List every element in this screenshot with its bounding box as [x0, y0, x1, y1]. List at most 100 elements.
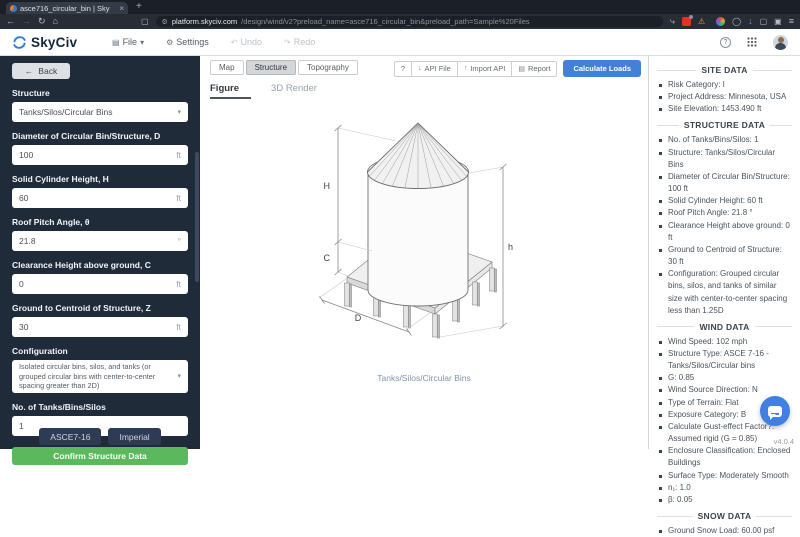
browser-toolbar: ← → ↻ ⌂ ▢ ⚙ platform.skyciv.com/design/w… [0, 14, 800, 29]
snow-data-list: Ground Snow Load: 60.00 psf [657, 525, 792, 537]
menu-icon[interactable]: ≡ [789, 17, 794, 26]
action-buttons: ? ↓ API File ↑ Import API ▤ Report Calcu… [393, 60, 641, 77]
help-icon[interactable]: ? [720, 36, 731, 48]
design-code-button[interactable]: ASCE7-16 [39, 428, 102, 445]
forward-icon[interactable]: → [22, 17, 31, 26]
data-item: Ground to Centroid of Structure: 30 ft [659, 244, 792, 268]
data-item: Surface Type: Moderately Smooth [659, 470, 792, 482]
data-item: Ground Snow Load: 60.00 psf [659, 525, 792, 537]
back-button[interactable]: ← Back [12, 63, 70, 79]
chevron-down-icon: ▾ [140, 37, 145, 47]
profile-pinwheel-icon[interactable] [716, 17, 726, 26]
tab-map[interactable]: Map [210, 60, 244, 75]
roof-pitch-label: Roof Pitch Angle, θ [12, 217, 90, 227]
clearance-input[interactable]: 0 ft [12, 274, 188, 294]
warning-icon[interactable]: ⚠ [698, 17, 705, 26]
redo-button[interactable]: ↷ Redo [284, 37, 315, 47]
data-item: Structure Type: ASCE 7-16 - Tanks/Silos/… [659, 348, 792, 372]
browser-right-icons: ◯ ↓ ▢ ▣ ≡ [716, 17, 794, 26]
cylinder-height-input[interactable]: 60 ft [12, 188, 188, 208]
window-icon[interactable]: ▢ [760, 17, 768, 26]
sidebar-scrollbar[interactable] [195, 152, 199, 282]
tab-structure[interactable]: Structure [245, 60, 297, 75]
unit-label: ft [176, 193, 181, 203]
site-data-list: Risk Category: I Project Address: Minnes… [657, 79, 792, 115]
gear-icon: ⚙ [166, 37, 174, 47]
centroid-label: Ground to Centroid of Structure, Z [12, 303, 151, 313]
redo-icon: ↷ [284, 37, 291, 47]
data-item: Solid Cylinder Height: 60 ft [659, 195, 792, 207]
url-domain: platform.skyciv.com [171, 17, 238, 26]
section-header-structure-data: STRUCTURE DATA [657, 120, 793, 130]
new-tab-button[interactable]: + [136, 1, 142, 12]
centroid-input[interactable]: 30 ft [12, 317, 188, 337]
data-item: No. of Tanks/Bins/Silos: 1 [659, 134, 792, 146]
site-settings-icon[interactable]: ⚙ [162, 18, 168, 26]
tab-close-icon[interactable]: × [119, 4, 124, 13]
home-icon[interactable]: ⌂ [53, 17, 58, 26]
skyciv-logo[interactable]: SkyCiv [12, 35, 112, 50]
downloads-icon[interactable]: ↓ [748, 17, 753, 26]
data-item: β: 0.05 [659, 494, 792, 506]
skyciv-favicon [10, 4, 17, 12]
chevron-down-icon: ▾ [177, 109, 181, 116]
tab-topography[interactable]: Topography [298, 60, 358, 75]
unit-label: ft [176, 279, 181, 289]
roof-pitch-input[interactable]: 21.8 ° [12, 231, 188, 251]
apps-grid-icon[interactable] [747, 37, 757, 47]
pip-icon[interactable]: ▣ [774, 17, 782, 26]
help-button[interactable]: ? [393, 60, 413, 77]
main-toolbar: Map Structure Topography ? ↓ API File ↑ … [200, 56, 648, 80]
back-icon[interactable]: ← [6, 17, 15, 26]
import-api-button[interactable]: ↑ Import API [456, 60, 513, 77]
units-button[interactable]: Imperial [108, 428, 161, 445]
unit-label: ft [176, 150, 181, 160]
extension-badge-icon[interactable] [681, 15, 693, 26]
url-bar[interactable]: ⚙ platform.skyciv.com/design/wind/v2?pre… [155, 16, 663, 27]
data-item: Risk Category: I [659, 79, 792, 91]
back-arrow-icon: ← [24, 66, 34, 76]
avatar[interactable] [773, 34, 788, 50]
settings-menu[interactable]: ⚙ Settings [166, 37, 209, 47]
upload-icon: ↑ [463, 65, 468, 72]
tank-diagram: H C h D [318, 122, 513, 339]
num-tanks-label: No. of Tanks/Bins/Silos [12, 402, 106, 412]
sidebar: ← Back Structure Tanks/Silos/Circular Bi… [0, 56, 200, 465]
chevron-down-icon: ▾ [177, 372, 181, 380]
diameter-label: Diameter of Circular Bin/Structure, D [12, 131, 161, 141]
dim-label-D: D [355, 313, 362, 323]
chat-widget-button[interactable] [760, 396, 790, 426]
data-item: Clearance Height above ground: 0 ft [659, 220, 792, 244]
share-icon[interactable]: ⤷ [670, 17, 675, 26]
figure-caption: Tanks/Silos/Circular Bins [377, 373, 471, 383]
file-menu[interactable]: ▤ File ▾ [112, 37, 144, 47]
app-header: SkyCiv ▤ File ▾ ⚙ Settings ↶ Undo ↷ Redo… [0, 29, 800, 56]
record-icon[interactable]: ◯ [732, 17, 741, 26]
data-panel: SITE DATA Risk Category: I Project Addre… [648, 56, 800, 535]
clearance-label: Clearance Height above ground, C [12, 260, 151, 270]
data-item: Diameter of Circular Bin/Structure: 100 … [659, 171, 792, 195]
reload-icon[interactable]: ↻ [38, 17, 46, 26]
data-item: Wind Source Direction: N [659, 384, 792, 396]
undo-button[interactable]: ↶ Undo [231, 37, 262, 47]
api-file-button[interactable]: ↓ API File [411, 60, 458, 77]
data-item: Site Elevation: 1453.490 ft [659, 103, 792, 115]
browser-tab[interactable]: asce716_circular_bin | Sky × [6, 2, 128, 14]
section-header-snow-data: SNOW DATA [657, 511, 793, 521]
confirm-structure-data-button[interactable]: Confirm Structure Data [12, 447, 188, 465]
bookmark-panel-icon[interactable]: ▢ [141, 17, 149, 26]
document-icon: ▤ [518, 65, 525, 73]
dim-label-C: C [324, 253, 331, 263]
diameter-input[interactable]: 100 ft [12, 145, 188, 165]
calculate-loads-button[interactable]: Calculate Loads [563, 60, 641, 77]
structure-data-list: No. of Tanks/Bins/Silos: 1 Structure: Ta… [657, 134, 792, 316]
url-path: /design/wind/v2?preload_name=asce716_cir… [241, 17, 530, 26]
data-item: G: 0.85 [659, 372, 792, 384]
data-item: Configuration: Grouped circular bins, si… [659, 268, 792, 317]
structure-label: Structure [12, 88, 50, 98]
configuration-label: Configuration [12, 346, 68, 356]
structure-select[interactable]: Tanks/Silos/Circular Bins ▾ [12, 102, 188, 122]
configuration-select[interactable]: Isolated circular bins, silos, and tanks… [12, 360, 188, 393]
section-header-wind-data: WIND DATA [657, 322, 793, 332]
report-button[interactable]: ▤ Report [511, 60, 558, 77]
